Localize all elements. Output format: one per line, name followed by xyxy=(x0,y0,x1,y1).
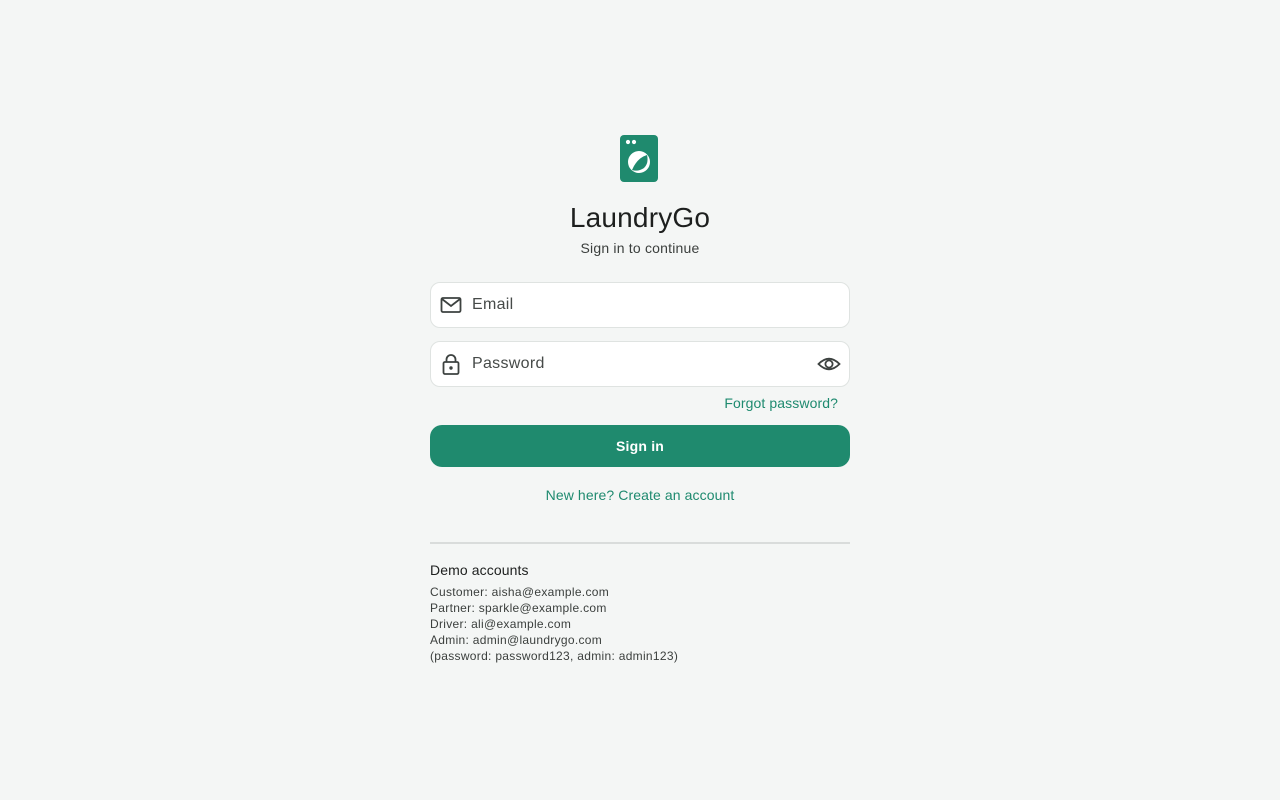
demo-account-line: Partner: sparkle@example.com xyxy=(430,601,607,615)
login-card: LaundryGo Sign in to continue F xyxy=(430,135,850,664)
email-field[interactable] xyxy=(430,282,850,328)
mail-icon xyxy=(440,294,462,316)
forgot-row: Forgot password? xyxy=(430,395,850,411)
demo-accounts-list: Customer: aisha@example.com Partner: spa… xyxy=(430,584,850,664)
forgot-password-link[interactable]: Forgot password? xyxy=(724,395,838,411)
lock-icon xyxy=(440,353,462,375)
demo-account-line: Customer: aisha@example.com xyxy=(430,585,610,599)
email-input[interactable] xyxy=(472,296,849,314)
demo-accounts-title: Demo accounts xyxy=(430,562,529,578)
demo-account-line: Driver: ali@example.com xyxy=(430,617,572,631)
logo-wrap xyxy=(430,135,850,183)
eye-icon[interactable] xyxy=(816,351,842,377)
password-field[interactable] xyxy=(430,341,850,387)
password-input[interactable] xyxy=(472,355,816,373)
sign-in-button[interactable]: Sign in xyxy=(430,425,850,467)
demo-password-note: (password: password123, admin: admin123) xyxy=(430,649,679,663)
demo-account-line: Admin: admin@laundrygo.com xyxy=(430,633,603,647)
washing-machine-icon xyxy=(620,135,658,182)
app-subtitle: Sign in to continue xyxy=(580,240,700,256)
app-title: LaundryGo xyxy=(569,202,711,233)
divider xyxy=(430,542,850,544)
create-account-link[interactable]: New here? Create an account xyxy=(430,487,850,503)
